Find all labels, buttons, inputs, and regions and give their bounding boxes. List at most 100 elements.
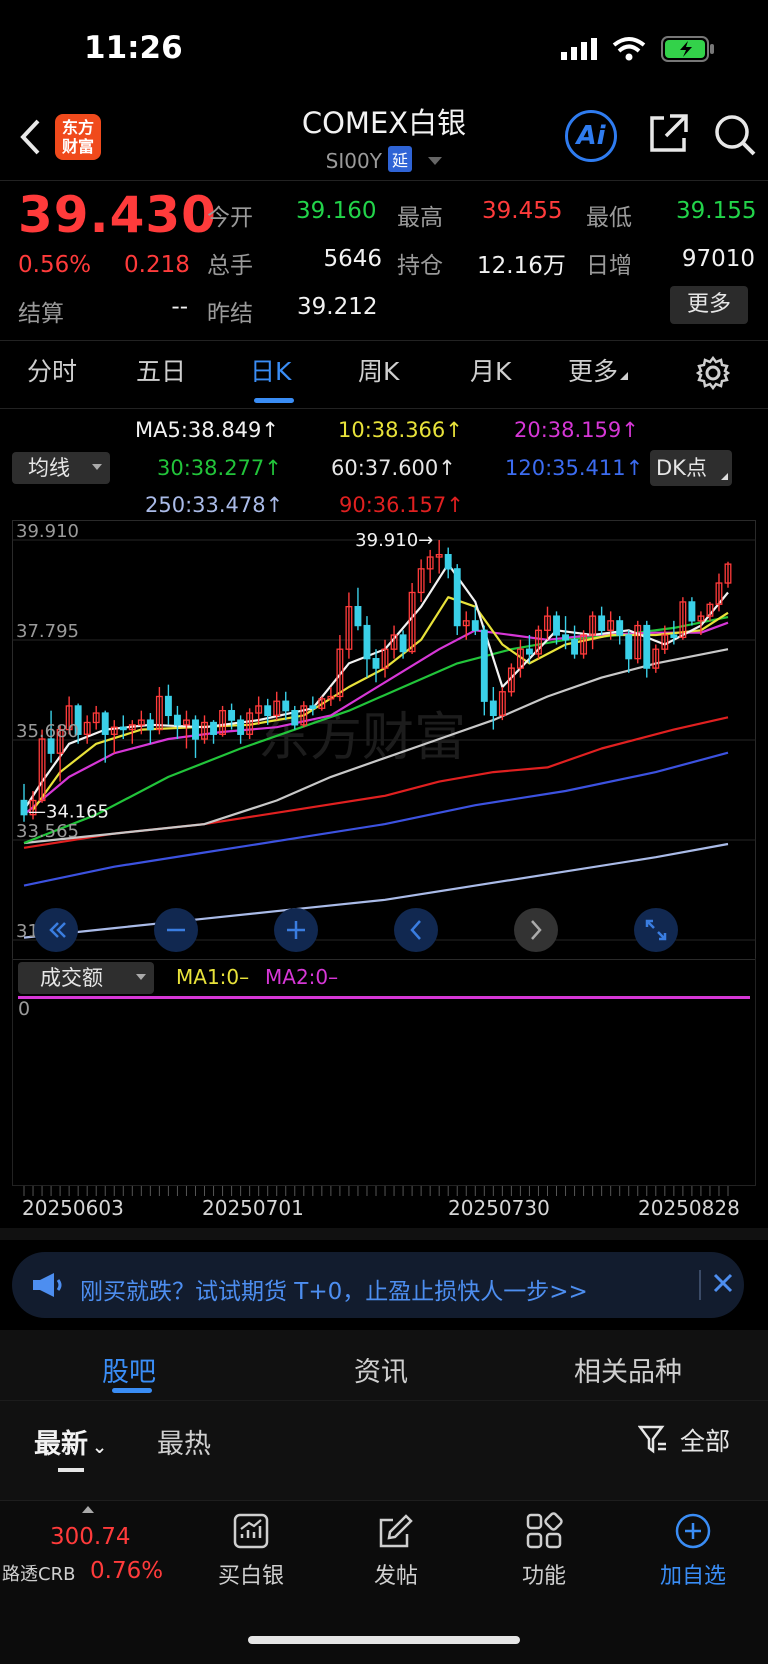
candle-body [210, 721, 217, 735]
filter-latest[interactable]: 最新 ⌄ [34, 1422, 107, 1461]
wifi-icon [612, 36, 646, 66]
index-change: 0.76% [90, 1558, 164, 1584]
ma-selector[interactable]: 均线 [12, 452, 110, 484]
plus-circle-icon [675, 1513, 711, 1549]
tab-weekly-k[interactable]: 周K [358, 352, 399, 388]
ma90-label: 90:36.157↑ [339, 493, 464, 517]
oi-value: 12.16万 [477, 253, 566, 279]
chevron-right-button[interactable] [514, 908, 558, 952]
daily-inc-label: 日增 [586, 253, 632, 279]
y-tick-label: 37.795 [16, 621, 79, 642]
candle-body [525, 648, 533, 655]
candle-body [173, 714, 181, 726]
chevron-left-button[interactable] [394, 908, 438, 952]
index-ticker[interactable]: 300.74 路透CRB 0.76% [0, 1502, 170, 1602]
candle-body [363, 624, 371, 660]
prev-settle-label: 昨结 [207, 301, 253, 327]
low-value: 39.155 [676, 198, 757, 224]
expand-icon [634, 908, 678, 952]
open-label: 今开 [207, 205, 253, 231]
dropdown-caret-icon [92, 464, 102, 470]
filter-icon [637, 1425, 666, 1454]
ma10-label: 10:38.366↑ [338, 418, 463, 442]
open-value: 39.160 [296, 198, 377, 224]
expand-button[interactable] [634, 908, 678, 952]
candle-body [192, 719, 199, 740]
status-time: 11:26 [84, 30, 183, 66]
corner-triangle-icon [620, 372, 629, 380]
candle-body [399, 634, 407, 653]
chevron-down-icon: ⌄ [92, 1437, 108, 1458]
tab-five-day[interactable]: 五日 [136, 352, 186, 388]
candle-body [291, 710, 299, 726]
rewind-button[interactable] [34, 908, 78, 952]
ma250-label: 250:33.478↑ [145, 493, 284, 517]
plus-button[interactable] [274, 908, 318, 952]
candle-body [598, 615, 606, 631]
close-icon [713, 1273, 733, 1293]
chart-up-icon [233, 1513, 269, 1549]
post-label: 发帖 [373, 1564, 418, 1589]
filter-all[interactable]: 全部 [637, 1422, 731, 1458]
candle-body [237, 719, 245, 735]
candle-body [354, 606, 362, 627]
battery-icon [661, 36, 717, 66]
candle-body [164, 695, 172, 717]
candle-body [562, 634, 569, 641]
candle-body [372, 658, 380, 669]
settle-label: 结算 [18, 301, 64, 327]
daily-inc-value: 97010 [681, 246, 755, 272]
y-tick-label: 33.565 [16, 821, 79, 842]
tab-daily-k[interactable]: 日K [250, 352, 291, 388]
prev-settle-value: 39.212 [297, 294, 378, 320]
tab-guba[interactable]: 股吧 [102, 1350, 156, 1389]
filter-hot[interactable]: 最热 [157, 1422, 211, 1461]
y-tick-label: 39.910 [16, 521, 79, 542]
high-value: 39.455 [482, 198, 563, 224]
tab-more[interactable]: 更多 [568, 352, 629, 388]
filter-all-label: 全部 [680, 1427, 731, 1456]
dk-point-button[interactable]: DK点 [650, 450, 732, 486]
candle-body [643, 624, 651, 669]
tab-related[interactable]: 相关品种 [574, 1350, 682, 1389]
functions-label: 功能 [521, 1564, 566, 1589]
high-label: 最高 [397, 205, 443, 231]
tabs-divider [0, 408, 768, 409]
banner-divider [699, 1270, 701, 1300]
chart-settings-button[interactable] [695, 355, 731, 394]
candle-body [309, 705, 317, 709]
candle-body [453, 568, 461, 627]
ai-button[interactable]: Ai [565, 110, 617, 162]
share-button[interactable] [646, 112, 690, 160]
ma20-label: 20:38.159↑ [514, 418, 639, 442]
candle-body [571, 639, 579, 655]
tab-news[interactable]: 资讯 [354, 1350, 408, 1389]
change-percent: 0.56% [18, 252, 92, 278]
ma5-label: MA5:38.849↑ [135, 418, 279, 442]
ma120-line [23, 751, 729, 887]
candle-body [264, 705, 272, 717]
banner-close-button[interactable] [712, 1272, 734, 1298]
date-label-1: 20250603 [22, 1196, 124, 1220]
add-watchlist-label: 加自选 [659, 1564, 726, 1589]
megaphone-icon [30, 1270, 64, 1304]
chart-annotations: 39.910→ —34.165 [28, 530, 433, 823]
symbol-code: SI00Y [325, 149, 382, 173]
filter-latest-label: 最新 [34, 1429, 88, 1460]
minus-button[interactable] [154, 908, 198, 952]
home-indicator [248, 1636, 520, 1644]
candle-body [616, 620, 624, 636]
more-quote-button[interactable]: 更多 [670, 286, 748, 324]
kline-chart[interactable]: 东方财富 39.91037.79535.68033.56531.449 39.9… [12, 520, 756, 960]
y-tick-label: 35.680 [16, 721, 79, 742]
settle-value: -- [171, 294, 188, 320]
ma250-line [23, 842, 729, 939]
filter-latest-underline [58, 1468, 84, 1472]
index-value: 300.74 [50, 1524, 131, 1550]
tab-intraday[interactable]: 分时 [27, 352, 77, 388]
tab-monthly-k[interactable]: 月K [470, 352, 511, 388]
volume-value: 5646 [323, 246, 382, 272]
chart-controls[interactable] [34, 908, 678, 952]
search-button[interactable] [712, 112, 758, 162]
candle-body [20, 799, 28, 816]
